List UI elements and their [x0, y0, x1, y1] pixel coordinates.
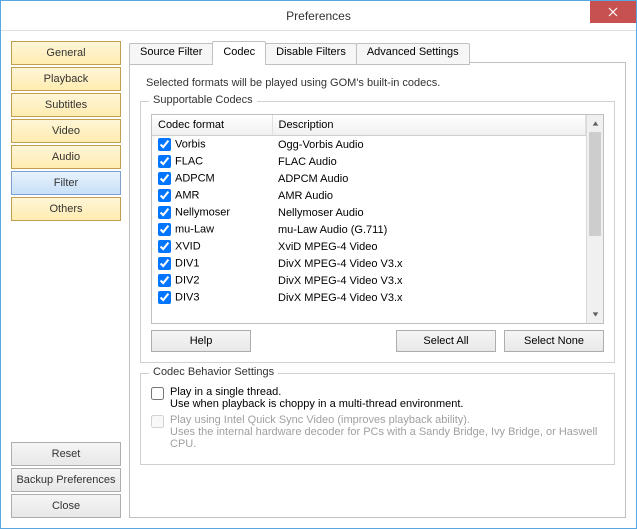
- sidebar-item-playback[interactable]: Playback: [11, 67, 121, 91]
- codec-format: ADPCM: [175, 172, 215, 184]
- codec-format: DIV2: [175, 274, 199, 286]
- tab-disable-filters[interactable]: Disable Filters: [265, 43, 357, 65]
- codec-format: DIV1: [175, 257, 199, 269]
- select-all-button[interactable]: Select All: [396, 330, 496, 352]
- table-row[interactable]: FLAC FLAC Audio: [152, 153, 586, 170]
- column-header-format[interactable]: Codec format: [152, 115, 272, 136]
- codec-checkbox[interactable]: [158, 206, 171, 219]
- codec-description: DivX MPEG-4 Video V3.x: [272, 272, 586, 289]
- window-close-button[interactable]: [590, 1, 636, 23]
- table-row[interactable]: ADPCM ADPCM Audio: [152, 170, 586, 187]
- scroll-thumb[interactable]: [589, 132, 601, 236]
- quicksync-checkbox: [151, 415, 164, 428]
- sidebar-item-general[interactable]: General: [11, 41, 121, 65]
- main-panel: Source FilterCodecDisable FiltersAdvance…: [129, 41, 626, 518]
- sidebar: GeneralPlaybackSubtitlesVideoAudioFilter…: [11, 41, 121, 518]
- codec-checkbox[interactable]: [158, 223, 171, 236]
- single-thread-checkbox[interactable]: [151, 387, 164, 400]
- codec-checkbox[interactable]: [158, 257, 171, 270]
- option-text: Uses the internal hardware decoder for P…: [170, 426, 604, 450]
- codec-format: XVID: [175, 240, 201, 252]
- codec-table: Codec format Description Vorbis Ogg-Vorbi…: [151, 114, 604, 324]
- codec-description: mu-Law Audio (G.711): [272, 221, 586, 238]
- sidebar-item-video[interactable]: Video: [11, 119, 121, 143]
- tab-codec[interactable]: Codec: [212, 41, 266, 63]
- scroll-up-button[interactable]: [587, 115, 603, 132]
- close-icon: [608, 7, 618, 17]
- codec-format: AMR: [175, 189, 199, 201]
- tab-content: Selected formats will be played using GO…: [129, 62, 626, 518]
- codec-checkbox[interactable]: [158, 274, 171, 287]
- codec-description: Nellymoser Audio: [272, 204, 586, 221]
- codec-description: FLAC Audio: [272, 153, 586, 170]
- codec-checkbox[interactable]: [158, 291, 171, 304]
- table-row[interactable]: Vorbis Ogg-Vorbis Audio: [152, 136, 586, 154]
- backup-preferences-button[interactable]: Backup Preferences: [11, 468, 121, 492]
- table-row[interactable]: Nellymoser Nellymoser Audio: [152, 204, 586, 221]
- codec-format: Vorbis: [175, 138, 206, 150]
- table-row[interactable]: DIV1 DivX MPEG-4 Video V3.x: [152, 255, 586, 272]
- codec-behavior-group: Codec Behavior Settings Play in a single…: [140, 373, 615, 465]
- sidebar-item-filter[interactable]: Filter: [11, 171, 121, 195]
- codec-checkbox[interactable]: [158, 155, 171, 168]
- option-text: Use when playback is choppy in a multi-t…: [170, 398, 463, 410]
- codec-description: XviD MPEG-4 Video: [272, 238, 586, 255]
- codec-description: DivX MPEG-4 Video V3.x: [272, 255, 586, 272]
- help-button[interactable]: Help: [151, 330, 251, 352]
- codec-checkbox[interactable]: [158, 189, 171, 202]
- tab-source-filter[interactable]: Source Filter: [129, 43, 213, 65]
- scroll-down-button[interactable]: [587, 306, 603, 323]
- codec-format: FLAC: [175, 155, 203, 167]
- close-button[interactable]: Close: [11, 494, 121, 518]
- codec-checkbox[interactable]: [158, 240, 171, 253]
- codec-format: DIV3: [175, 291, 199, 303]
- table-row[interactable]: DIV3 DivX MPEG-4 Video V3.x: [152, 289, 586, 306]
- tab-advanced-settings[interactable]: Advanced Settings: [356, 43, 470, 65]
- sidebar-item-audio[interactable]: Audio: [11, 145, 121, 169]
- single-thread-option: Play in a single thread. Use when playba…: [151, 386, 604, 410]
- supportable-codecs-group: Supportable Codecs Codec format Descript…: [140, 101, 615, 363]
- group-title: Codec Behavior Settings: [149, 366, 278, 378]
- scrollbar[interactable]: [586, 115, 603, 323]
- column-header-description[interactable]: Description: [272, 115, 586, 136]
- codec-description: DivX MPEG-4 Video V3.x: [272, 289, 586, 306]
- scroll-track[interactable]: [587, 132, 603, 306]
- codec-checkbox[interactable]: [158, 138, 171, 151]
- titlebar: Preferences: [1, 1, 636, 31]
- tab-description: Selected formats will be played using GO…: [146, 77, 615, 89]
- option-text: Play in a single thread.: [170, 386, 463, 398]
- table-row[interactable]: mu-Law mu-Law Audio (G.711): [152, 221, 586, 238]
- tab-strip: Source FilterCodecDisable FiltersAdvance…: [129, 41, 626, 63]
- quicksync-option: Play using Intel Quick Sync Video (impro…: [151, 414, 604, 450]
- option-text: Play using Intel Quick Sync Video (impro…: [170, 414, 604, 426]
- window-title: Preferences: [286, 9, 351, 23]
- table-row[interactable]: XVID XviD MPEG-4 Video: [152, 238, 586, 255]
- preferences-window: Preferences GeneralPlaybackSubtitlesVide…: [0, 0, 637, 529]
- codec-description: ADPCM Audio: [272, 170, 586, 187]
- table-row[interactable]: AMR AMR Audio: [152, 187, 586, 204]
- codec-format: Nellymoser: [175, 206, 230, 218]
- codec-description: AMR Audio: [272, 187, 586, 204]
- group-title: Supportable Codecs: [149, 94, 257, 106]
- codec-description: Ogg-Vorbis Audio: [272, 136, 586, 154]
- codec-checkbox[interactable]: [158, 172, 171, 185]
- select-none-button[interactable]: Select None: [504, 330, 604, 352]
- table-row[interactable]: DIV2 DivX MPEG-4 Video V3.x: [152, 272, 586, 289]
- sidebar-item-others[interactable]: Others: [11, 197, 121, 221]
- reset-button[interactable]: Reset: [11, 442, 121, 466]
- codec-format: mu-Law: [175, 223, 214, 235]
- sidebar-item-subtitles[interactable]: Subtitles: [11, 93, 121, 117]
